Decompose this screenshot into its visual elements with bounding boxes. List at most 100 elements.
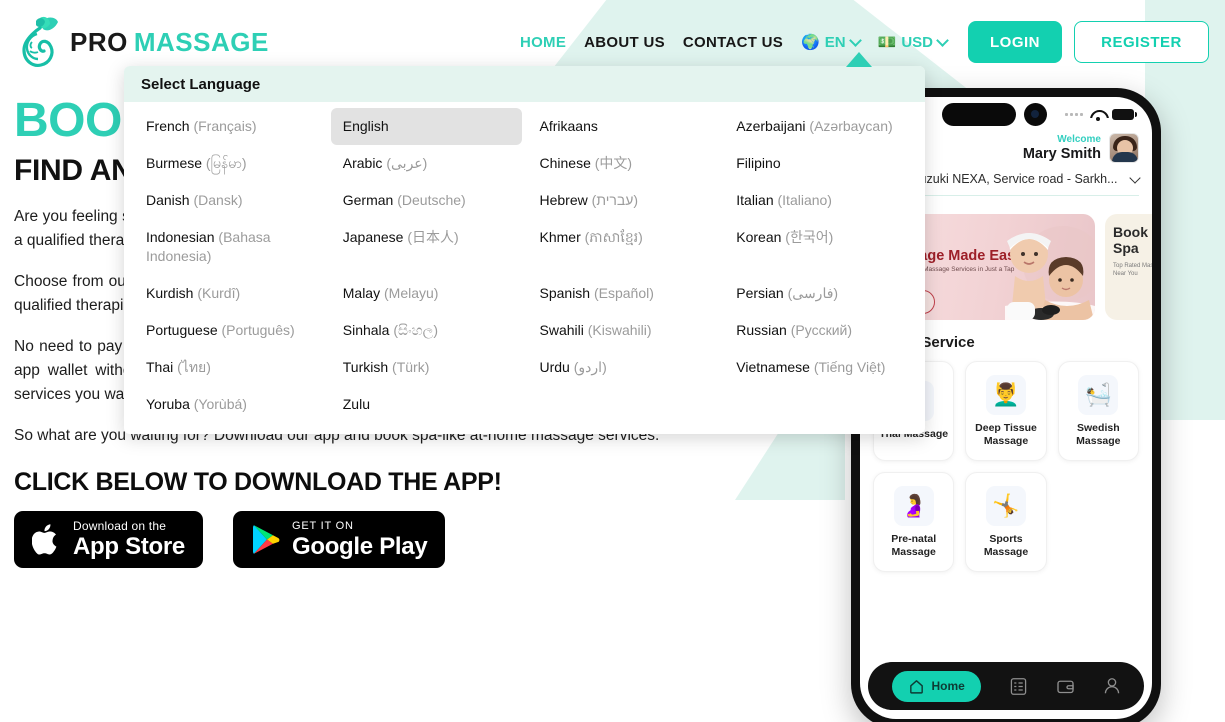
- service-card-pre-natal-massage[interactable]: 🤰 Pre-natal Massage: [873, 472, 955, 572]
- language-option-native: (Español): [590, 285, 654, 301]
- wallet-icon: [1056, 680, 1074, 693]
- language-option-name: Burmese: [146, 155, 203, 171]
- language-option-burmese[interactable]: Burmese (မြန်မာ): [134, 145, 325, 182]
- avatar[interactable]: [1109, 133, 1139, 163]
- google-play-button[interactable]: GET IT ON Google Play: [232, 511, 446, 568]
- language-option-swahili[interactable]: Swahili (Kiswahili): [528, 312, 719, 349]
- language-option-native: (Yorùbá): [189, 396, 247, 412]
- register-button[interactable]: REGISTER: [1074, 21, 1209, 63]
- language-option-korean[interactable]: Korean (한국어): [724, 219, 915, 275]
- language-option-kurdish[interactable]: Kurdish (Kurdî): [134, 275, 325, 312]
- language-option-french[interactable]: French (Français): [134, 108, 325, 145]
- language-option-name: Filipino: [736, 155, 781, 171]
- logo-text-pro: PRO: [70, 26, 128, 57]
- language-selector[interactable]: 🌍 EN: [792, 34, 869, 51]
- language-option-russian[interactable]: Russian (Русский): [724, 312, 915, 349]
- service-card-sports-massage[interactable]: 🤸 Sports Massage: [965, 472, 1047, 572]
- language-option-name: Urdu: [539, 359, 570, 375]
- language-option-khmer[interactable]: Khmer (ភាសាខ្មែរ): [528, 219, 719, 275]
- tab-home[interactable]: Home: [892, 670, 981, 702]
- language-option-german[interactable]: German (Deutsche): [331, 182, 522, 219]
- language-option-name: English: [342, 118, 389, 134]
- list-icon: [1010, 677, 1026, 695]
- language-option-afrikaans[interactable]: Afrikaans: [528, 108, 719, 145]
- language-option-name: Portuguese: [146, 322, 218, 338]
- google-play-small-label: GET IT ON: [291, 519, 354, 532]
- currency-selector[interactable]: 💵 USD: [869, 34, 956, 51]
- language-option-italian[interactable]: Italian (Italiano): [724, 182, 915, 219]
- home-icon: [910, 679, 924, 694]
- language-option-name: Russian: [736, 322, 787, 338]
- language-option-name: French: [146, 118, 190, 134]
- deep-tissue-icon: 💆‍♂️: [985, 374, 1026, 415]
- language-option-name: Persian: [736, 285, 784, 301]
- globe-icon: 🌍: [801, 33, 820, 51]
- promo-banner-secondary[interactable]: Book Spa Top Rated Massage Near You: [1105, 214, 1152, 320]
- language-option-name: Afrikaans: [539, 118, 598, 134]
- login-button[interactable]: LOGIN: [968, 21, 1062, 63]
- language-option-filipino[interactable]: Filipino: [724, 145, 915, 182]
- language-option-yoruba[interactable]: Yoruba (Yorùbá): [134, 386, 325, 423]
- language-option-native: (Italiano): [773, 192, 832, 208]
- language-option-azerbaijani[interactable]: Azerbaijani (Azərbaycan): [724, 108, 915, 145]
- money-icon: 💵: [877, 33, 897, 51]
- profile-icon: [1104, 678, 1119, 694]
- promo2-title: Book Spa: [1113, 224, 1148, 256]
- nav-link-contact-us[interactable]: CONTACT US: [674, 34, 792, 51]
- app-store-small-label: Download on the: [73, 519, 167, 533]
- page-root: PRO MASSAGE HOME ABOUT US CONTACT US 🌍 EN…: [0, 0, 1225, 722]
- nav-link-home[interactable]: HOME: [511, 34, 575, 51]
- language-option-chinese[interactable]: Chinese (中文): [528, 145, 719, 182]
- language-option-native: (မြန်မာ): [202, 155, 247, 171]
- language-option-danish[interactable]: Danish (Dansk): [134, 182, 325, 219]
- language-option-hebrew[interactable]: Hebrew (עברית): [528, 182, 719, 219]
- language-option-japanese[interactable]: Japanese (日本人): [331, 219, 522, 275]
- language-option-name: Sinhala: [342, 322, 390, 338]
- language-option-zulu[interactable]: Zulu: [331, 386, 522, 423]
- language-option-name: Indonesian: [146, 229, 215, 245]
- language-option-native: (Tiếng Việt): [809, 359, 886, 375]
- user-name: Mary Smith: [1022, 146, 1101, 162]
- logo[interactable]: PRO MASSAGE: [14, 14, 269, 70]
- language-option-native: (עברית): [587, 192, 639, 208]
- language-option-english[interactable]: English: [330, 108, 522, 145]
- language-option-native: (Deutsche): [393, 192, 466, 208]
- language-option-native: (Melayu): [380, 285, 439, 301]
- language-option-vietnamese[interactable]: Vietnamese (Tiếng Việt): [724, 349, 915, 386]
- language-option-indonesian[interactable]: Indonesian (Bahasa Indonesia): [134, 219, 325, 275]
- service-card-swedish-massage[interactable]: 🛀 Swedish Massage: [1057, 361, 1139, 461]
- signal-icon: [1065, 112, 1083, 116]
- language-option-name: Azerbaijani: [736, 118, 806, 134]
- language-option-sinhala[interactable]: Sinhala (සිංහල): [331, 312, 522, 349]
- language-option-arabic[interactable]: Arabic (عربى): [331, 145, 522, 182]
- language-option-native: (日本人): [403, 229, 459, 245]
- language-option-thai[interactable]: Thai (ไทย): [134, 349, 325, 386]
- language-option-name: Chinese: [539, 155, 591, 171]
- language-option-name: Vietnamese: [736, 359, 810, 375]
- language-option-portuguese[interactable]: Portuguese (Português): [134, 312, 325, 349]
- tab-bookings[interactable]: [1010, 677, 1027, 696]
- language-option-native: (Kiswahili): [583, 322, 652, 338]
- app-store-label: App Store: [73, 533, 185, 560]
- language-option-name: Japanese: [342, 229, 404, 245]
- nav-link-about-us[interactable]: ABOUT US: [575, 34, 674, 51]
- language-option-spanish[interactable]: Spanish (Español): [528, 275, 719, 312]
- language-option-urdu[interactable]: Urdu (اردو): [528, 349, 719, 386]
- swedish-icon: 🛀: [1078, 374, 1119, 415]
- tab-wallet[interactable]: [1056, 679, 1075, 694]
- language-option-malay[interactable]: Malay (Melayu): [331, 275, 522, 312]
- language-option-turkish[interactable]: Turkish (Türk): [331, 349, 522, 386]
- language-option-name: Khmer: [539, 229, 581, 245]
- language-option-native: (عربى): [382, 155, 428, 171]
- prenatal-icon: 🤰: [893, 485, 934, 526]
- service-card-deep-tissue-massage[interactable]: 💆‍♂️ Deep Tissue Massage: [965, 361, 1047, 461]
- language-option-name: Hebrew: [539, 192, 588, 208]
- language-option-native: (Português): [217, 322, 295, 338]
- google-play-label: Google Play: [291, 532, 428, 560]
- language-option-native: (Azərbaycan): [805, 118, 893, 134]
- tab-profile[interactable]: [1104, 677, 1120, 695]
- app-store-button[interactable]: Download on the App Store: [14, 511, 203, 568]
- language-option-name: Italian: [736, 192, 774, 208]
- language-option-name: Zulu: [342, 396, 370, 412]
- language-option-persian[interactable]: Persian (فارسی): [724, 275, 915, 312]
